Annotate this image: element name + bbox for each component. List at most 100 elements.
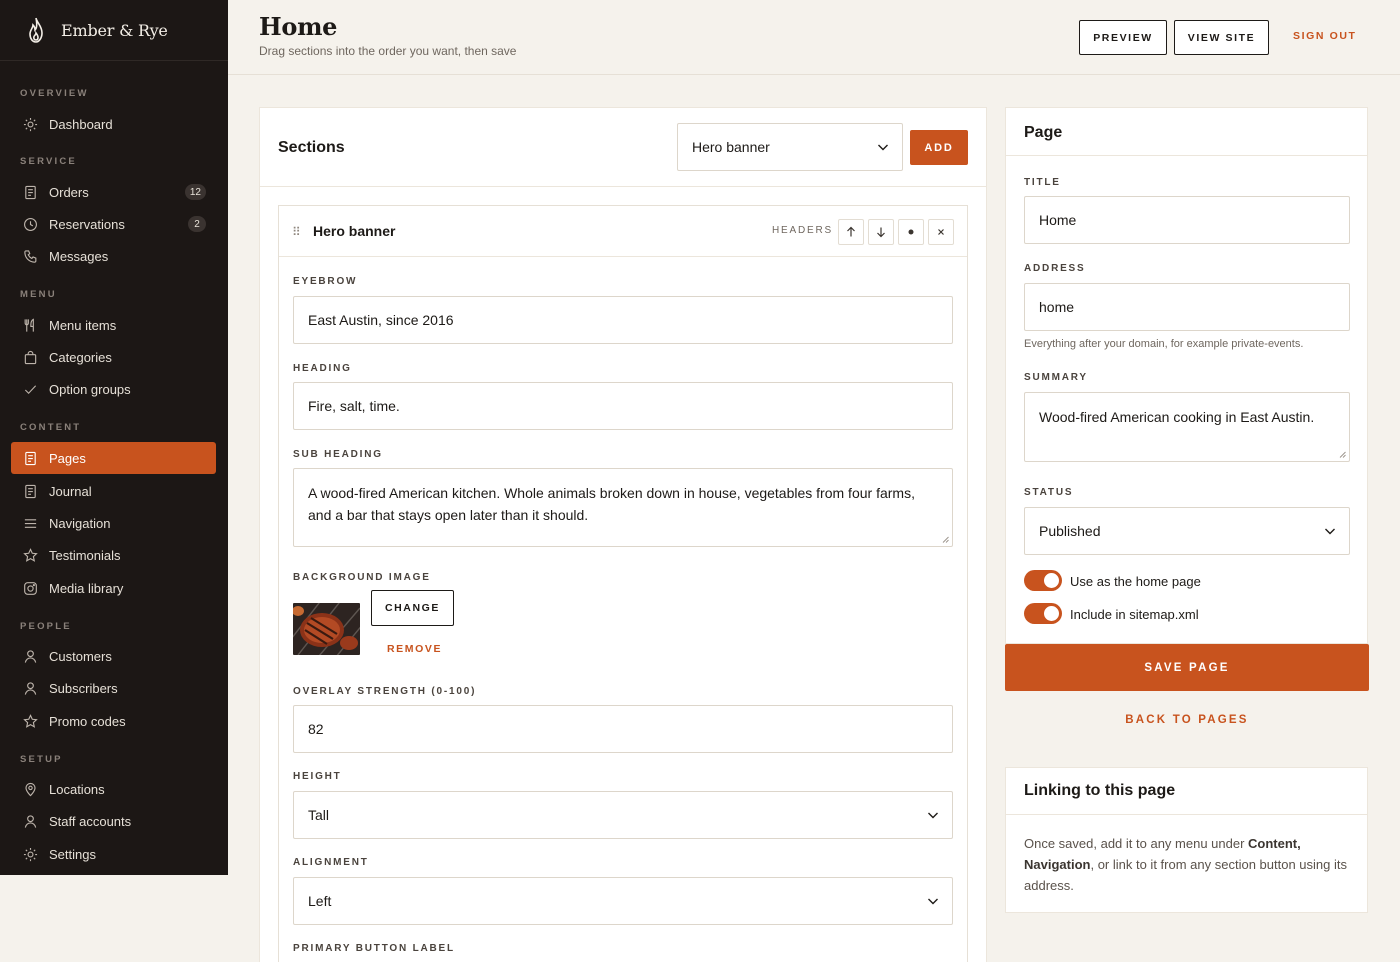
section-type-select[interactable]: Hero banner: [677, 123, 903, 171]
section-block-name: Hero banner: [313, 223, 396, 239]
sections-card-header: Sections Hero banner ADD: [260, 108, 986, 187]
sun-icon: [22, 116, 38, 132]
flame-logo-icon: [29, 17, 43, 43]
sitemap-toggle[interactable]: [1024, 603, 1062, 624]
move-up-button[interactable]: [838, 219, 864, 245]
sidebar-item-navigation[interactable]: Navigation: [11, 507, 216, 539]
sidebar-item-testimonials[interactable]: Testimonials: [11, 539, 216, 571]
background-image-label: BACKGROUND IMAGE: [293, 572, 431, 583]
change-image-button[interactable]: CHANGE: [371, 590, 454, 626]
summary-textarea[interactable]: Wood-fired American cooking in East Aust…: [1024, 392, 1350, 462]
heading-label: HEADING: [293, 363, 352, 374]
alignment-value: Left: [308, 893, 332, 909]
sidebar-item-media-library[interactable]: Media library: [11, 572, 216, 604]
sidebar: Ember & Rye OVERVIEW Dashboard SERVICE O…: [0, 0, 228, 875]
preview-button[interactable]: PREVIEW: [1079, 20, 1167, 55]
sidebar-item-label: Option groups: [49, 381, 131, 397]
chevron-down-icon: [878, 144, 888, 151]
star-icon: [22, 713, 38, 729]
sidebar-item-locations[interactable]: Locations: [11, 773, 216, 805]
sidebar-item-customers[interactable]: Customers: [11, 640, 216, 672]
heading-input[interactable]: Fire, salt, time.: [293, 382, 953, 430]
linking-title: Linking to this page: [1024, 782, 1176, 799]
height-select[interactable]: Tall: [293, 791, 953, 839]
group-label-overview: OVERVIEW: [20, 88, 89, 99]
sidebar-item-label: Orders: [49, 184, 89, 200]
summary-value: Wood-fired American cooking in East Aust…: [1039, 409, 1315, 425]
status-label: STATUS: [1024, 487, 1074, 498]
eyebrow-input[interactable]: East Austin, since 2016: [293, 296, 953, 344]
dot-icon: [908, 229, 914, 235]
sidebar-item-dashboard[interactable]: Dashboard: [11, 108, 216, 140]
sidebar-item-label: Subscribers: [49, 680, 118, 696]
user-icon: [22, 813, 38, 829]
sidebar-item-promo-codes[interactable]: Promo codes: [11, 705, 216, 737]
summary-label: SUMMARY: [1024, 372, 1088, 383]
sidebar-item-option-groups[interactable]: Option groups: [11, 373, 216, 405]
subheading-label: SUB HEADING: [293, 449, 383, 460]
address-hint: Everything after your domain, for exampl…: [1024, 338, 1304, 350]
user-icon: [22, 680, 38, 696]
title-input[interactable]: Home: [1024, 196, 1350, 244]
close-icon: [938, 229, 944, 235]
sign-out-link[interactable]: SIGN OUT: [1293, 30, 1357, 42]
move-down-button[interactable]: [868, 219, 894, 245]
sidebar-item-label: Testimonials: [49, 547, 121, 563]
sidebar-item-label: Media library: [49, 580, 124, 596]
sidebar-item-settings[interactable]: Settings: [11, 838, 216, 870]
linking-description: Once saved, add it to any menu under Con…: [1024, 833, 1354, 896]
bag-icon: [22, 349, 38, 365]
sidebar-item-staff-accounts[interactable]: Staff accounts: [11, 805, 216, 837]
drag-handle-icon[interactable]: ⠿: [292, 225, 301, 239]
sidebar-item-label: Menu items: [49, 317, 117, 333]
sidebar-item-label: Customers: [49, 648, 112, 664]
sidebar-item-label: Locations: [49, 781, 105, 797]
section-type-tag: HEADERS: [772, 225, 833, 236]
sidebar-item-categories[interactable]: Categories: [11, 341, 216, 373]
utensils-icon: [22, 317, 38, 333]
resize-handle-icon[interactable]: [1339, 451, 1346, 458]
save-page-button[interactable]: SAVE PAGE: [1005, 644, 1369, 691]
sidebar-item-pages[interactable]: Pages: [11, 442, 216, 474]
alignment-select[interactable]: Left: [293, 877, 953, 925]
receipt-icon: [22, 184, 38, 200]
overlay-strength-input[interactable]: 82: [293, 705, 953, 753]
back-to-pages-link[interactable]: BACK TO PAGES: [1005, 714, 1369, 726]
sidebar-item-label: Settings: [49, 846, 96, 862]
background-image-thumbnail: [293, 603, 360, 655]
count-badge: 12: [184, 184, 206, 200]
pin-icon: [22, 781, 38, 797]
sidebar-item-orders[interactable]: Orders 12: [11, 176, 216, 208]
title-label: TITLE: [1024, 177, 1061, 188]
toggle-visibility-button[interactable]: [898, 219, 924, 245]
sections-title: Sections: [278, 139, 345, 156]
page-settings-title: Page: [1024, 124, 1063, 141]
remove-section-button[interactable]: [928, 219, 954, 245]
sidebar-item-journal[interactable]: Journal: [11, 475, 216, 507]
remove-image-link[interactable]: REMOVE: [387, 643, 442, 655]
linking-card: Linking to this page Once saved, add it …: [1005, 767, 1368, 913]
sidebar-item-subscribers[interactable]: Subscribers: [11, 672, 216, 704]
page-subtitle: Drag sections into the order you want, t…: [259, 44, 517, 58]
home-page-toggle[interactable]: [1024, 570, 1062, 591]
sidebar-item-label: Navigation: [49, 515, 111, 531]
page-settings-header: Page: [1006, 108, 1367, 156]
status-select[interactable]: Published: [1024, 507, 1350, 555]
brand[interactable]: Ember & Rye: [0, 0, 228, 61]
arrow-down-icon: [877, 227, 885, 238]
subheading-textarea[interactable]: A wood-fired American kitchen. Whole ani…: [293, 468, 953, 547]
group-label-menu: MENU: [20, 289, 57, 300]
sidebar-item-messages[interactable]: Messages: [11, 240, 216, 272]
linking-card-header: Linking to this page: [1006, 768, 1367, 815]
view-site-button[interactable]: VIEW SITE: [1174, 20, 1269, 55]
chevron-down-icon: [928, 898, 938, 905]
sidebar-item-reservations[interactable]: Reservations 2: [11, 208, 216, 240]
sidebar-item-label: Promo codes: [49, 713, 126, 729]
sidebar-item-menu-items[interactable]: Menu items: [11, 309, 216, 341]
clock-icon: [22, 216, 38, 232]
resize-handle-icon[interactable]: [942, 536, 949, 543]
address-input[interactable]: home: [1024, 283, 1350, 331]
overlay-strength-label: OVERLAY STRENGTH (0-100): [293, 686, 477, 697]
add-section-button[interactable]: ADD: [910, 130, 968, 165]
brand-name: Ember & Rye: [61, 20, 168, 40]
